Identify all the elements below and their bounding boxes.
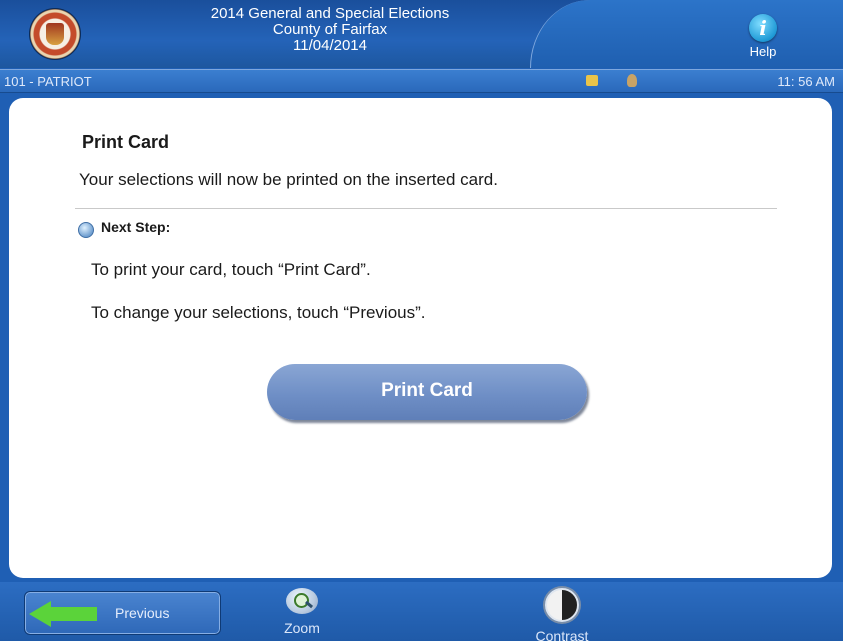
content-panel: Print Card Your selections will now be p… [9, 98, 832, 578]
contrast-icon [545, 588, 579, 622]
page-subtitle: Your selections will now be printed on t… [79, 170, 498, 189]
back-arrow-shaft [49, 607, 97, 621]
instruction-print: To print your card, touch “Print Card”. [91, 260, 371, 279]
card-status-icon [586, 75, 598, 86]
header-bar: 2014 General and Special Elections Count… [0, 0, 843, 68]
precinct-label: 101 - PATRIOT [4, 74, 92, 89]
status-bar: 101 - PATRIOT 11: 56 AM [0, 69, 843, 93]
election-title: 2014 General and Special Elections Count… [120, 6, 540, 54]
magnifier-icon [286, 588, 318, 614]
county-seal-logo [30, 9, 80, 59]
zoom-button[interactable]: Zoom [270, 588, 334, 636]
next-step-label: Next Step: [101, 219, 171, 235]
help-label: Help [749, 44, 777, 59]
voting-screen: 2014 General and Special Elections Count… [0, 0, 843, 641]
election-date: 11/04/2014 [293, 37, 367, 54]
county-name: County of Fairfax [272, 21, 388, 38]
divider [75, 208, 777, 209]
next-step-icon [78, 222, 94, 238]
back-arrow-icon [29, 601, 51, 627]
previous-button[interactable]: Previous [24, 591, 221, 635]
page-title: Print Card [82, 132, 170, 152]
header-tab [530, 0, 843, 68]
print-card-button[interactable]: Print Card [267, 364, 587, 420]
bottom-toolbar: Previous Zoom Contrast [0, 582, 843, 641]
info-icon: i [749, 14, 777, 42]
contrast-button[interactable]: Contrast [520, 588, 604, 641]
previous-label: Previous [115, 605, 170, 621]
help-button[interactable]: i Help [736, 14, 790, 68]
contrast-label: Contrast [535, 628, 589, 641]
instruction-change: To change your selections, touch “Previo… [91, 303, 426, 322]
zoom-label: Zoom [284, 620, 320, 636]
clock: 11: 56 AM [777, 74, 835, 89]
power-status-icon [627, 74, 637, 87]
election-name: 2014 General and Special Elections [210, 5, 450, 22]
